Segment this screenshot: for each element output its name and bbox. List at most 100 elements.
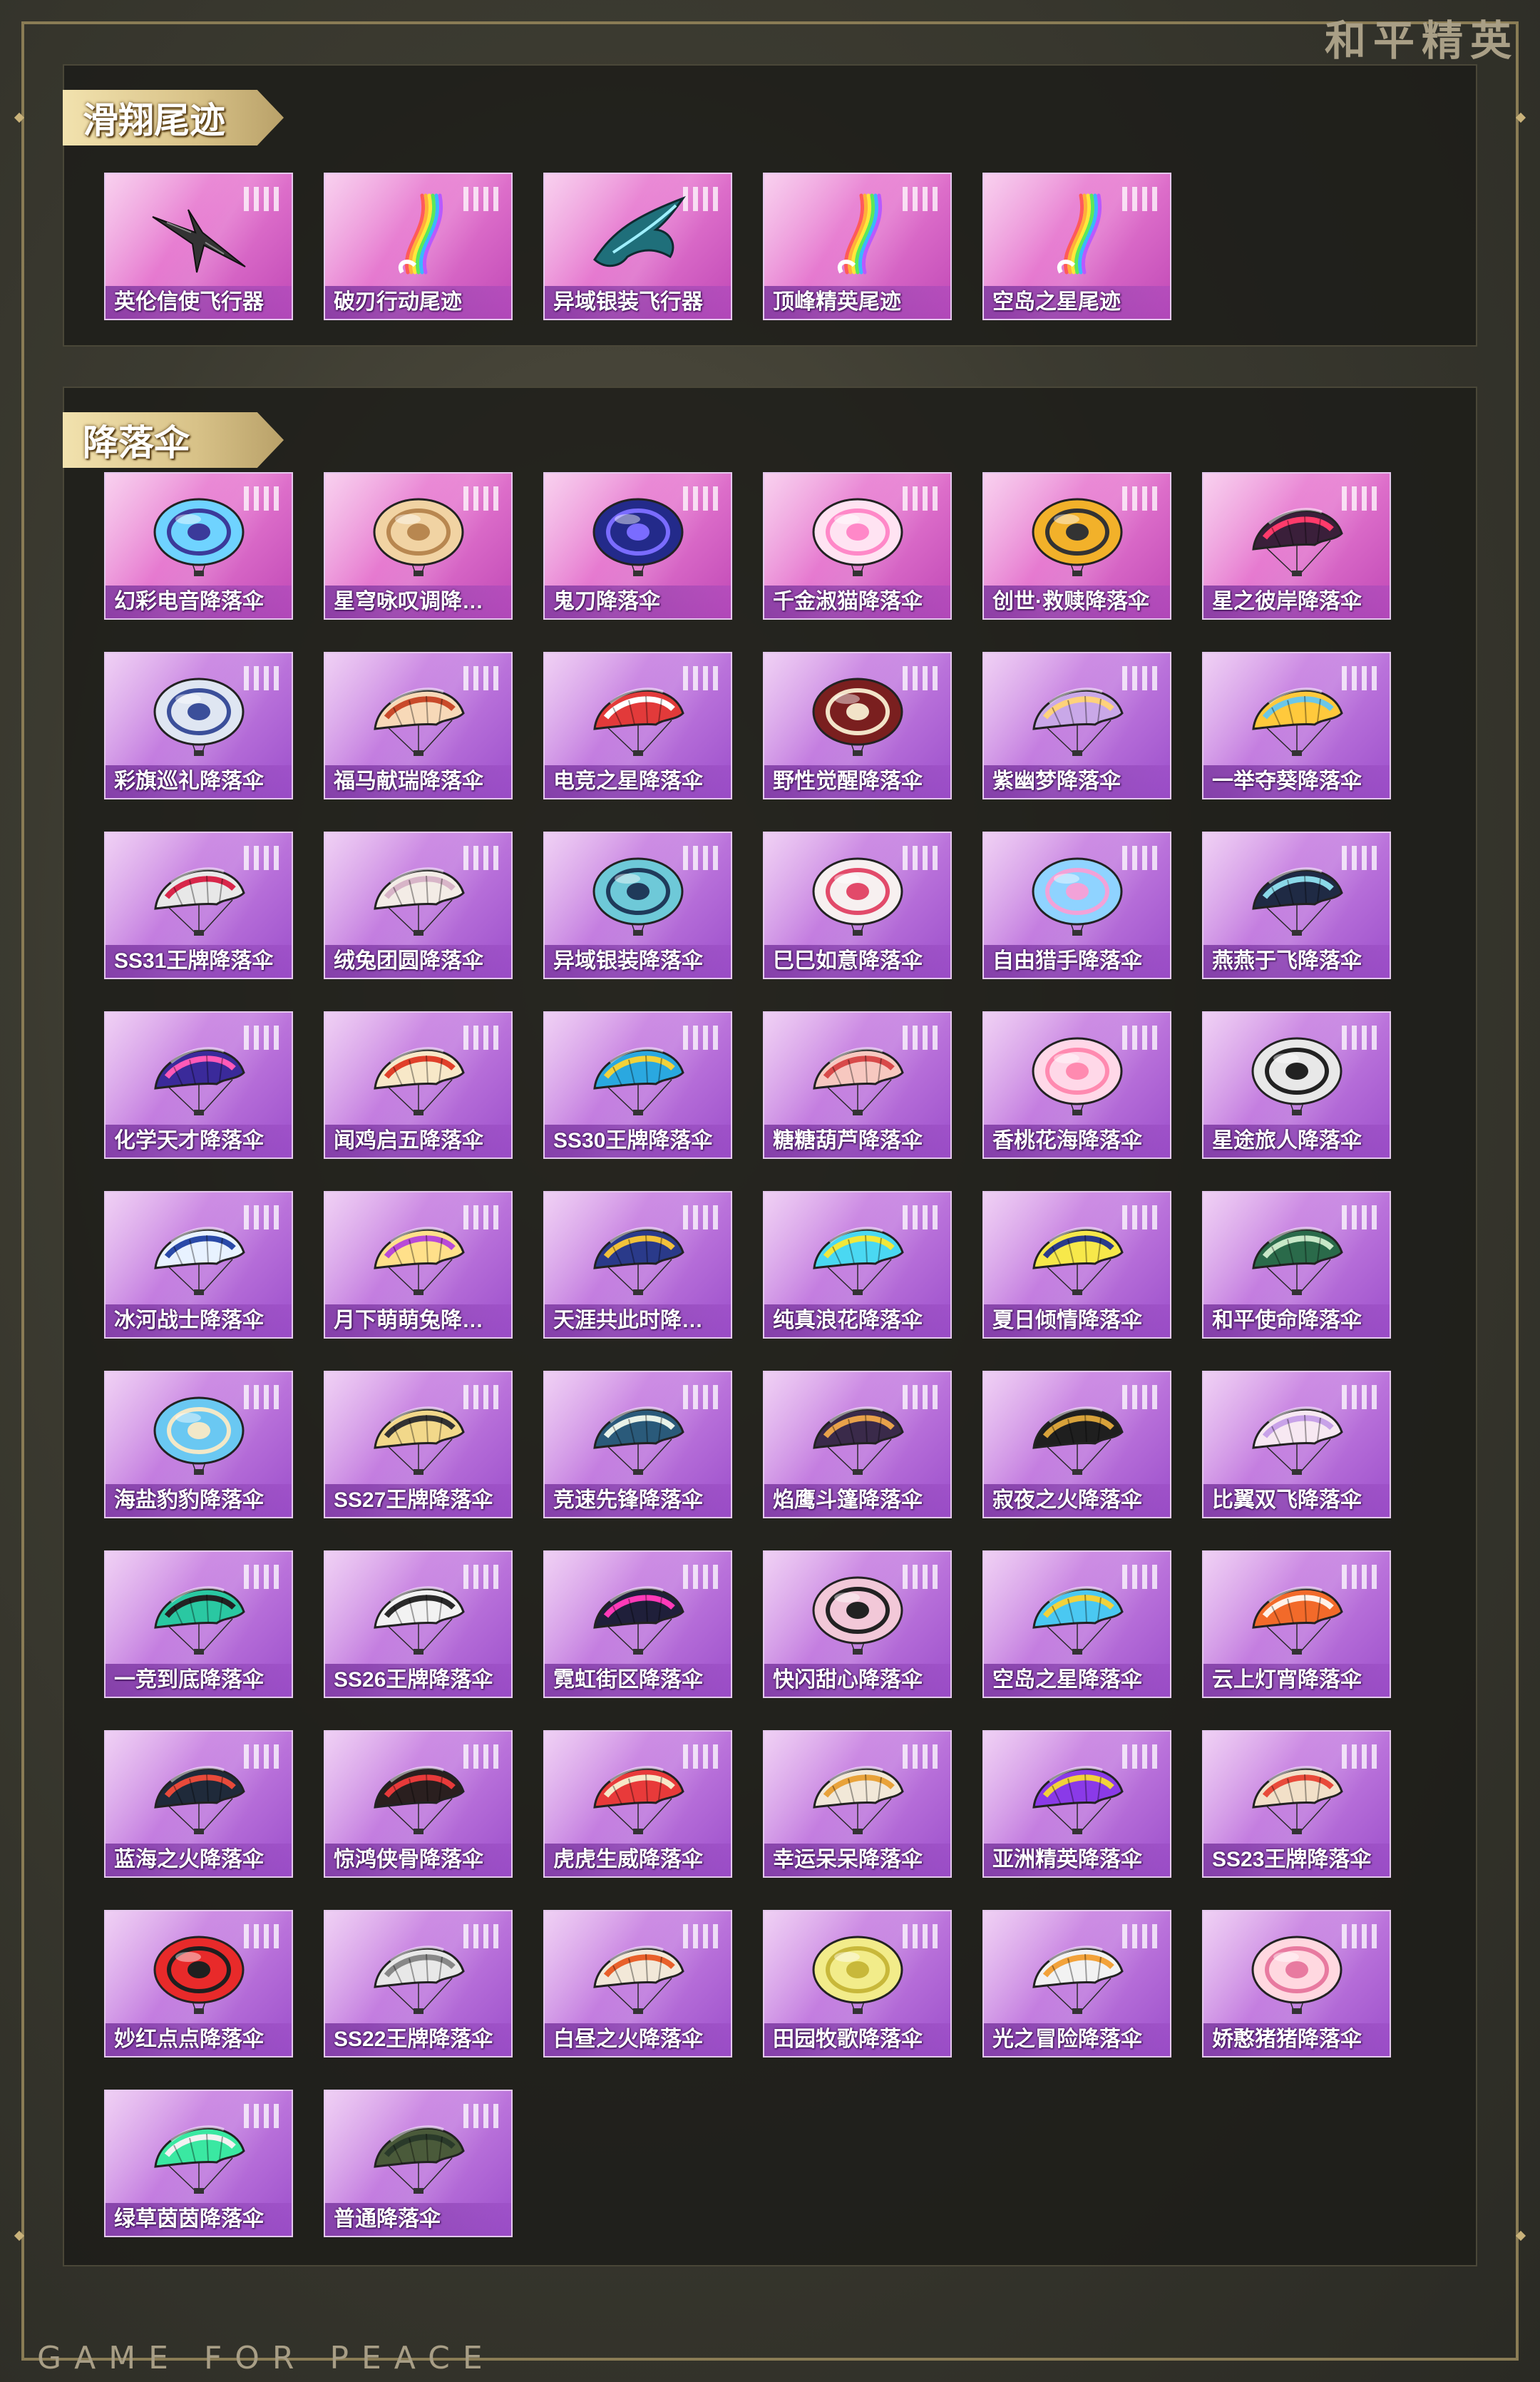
item-label: 霓虹街区降落伞 bbox=[545, 1664, 731, 1697]
item-card[interactable]: 亚洲精英降落伞 bbox=[982, 1730, 1171, 1878]
item-label: 妙红点点降落伞 bbox=[106, 2023, 292, 2056]
item-card[interactable]: 福马献瑞降落伞 bbox=[324, 652, 513, 799]
item-card[interactable]: 香桃花海降落伞 bbox=[982, 1011, 1171, 1159]
item-card[interactable]: 空岛之星尾迹 bbox=[982, 173, 1171, 320]
item-card[interactable]: SS22王牌降落伞 bbox=[324, 1910, 513, 2058]
item-card[interactable]: SS31王牌降落伞 bbox=[104, 832, 293, 979]
parachute-icon bbox=[812, 498, 903, 576]
item-card[interactable]: 纯真浪花降落伞 bbox=[763, 1191, 952, 1339]
item-card[interactable]: 和平使命降落伞 bbox=[1202, 1191, 1391, 1339]
item-card[interactable]: 创世·救赎降落伞 bbox=[982, 472, 1171, 620]
item-card[interactable]: 竞速先锋降落伞 bbox=[543, 1371, 732, 1518]
parachute-icon bbox=[592, 1047, 684, 1115]
item-card[interactable]: 自由猎手降落伞 bbox=[982, 832, 1171, 979]
item-label: SS22王牌降落伞 bbox=[325, 2023, 511, 2056]
section-title-trail: 滑翔尾迹 bbox=[83, 101, 225, 140]
item-card[interactable]: 英伦信使飞行器 bbox=[104, 173, 293, 320]
item-card[interactable]: 燕燕于飞降落伞 bbox=[1202, 832, 1391, 979]
item-card[interactable]: 星之彼岸降落伞 bbox=[1202, 472, 1391, 620]
item-label: 幸运呆呆降落伞 bbox=[764, 1844, 950, 1876]
item-card[interactable]: 异域银装飞行器 bbox=[543, 173, 732, 320]
parachute-icon bbox=[1251, 1936, 1342, 2014]
item-card[interactable]: 彩旗巡礼降落伞 bbox=[104, 652, 293, 799]
item-card[interactable]: 闻鸡启五降落伞 bbox=[324, 1011, 513, 1159]
item-card[interactable]: 冰河战士降落伞 bbox=[104, 1191, 293, 1339]
bird-glider-icon bbox=[151, 209, 246, 273]
item-card[interactable]: 蓝海之火降落伞 bbox=[104, 1730, 293, 1878]
parachute-icon bbox=[812, 1047, 904, 1115]
item-label: 巳巳如意降落伞 bbox=[764, 945, 950, 978]
parachute-icon bbox=[592, 1766, 684, 1834]
item-label: 异域银装飞行器 bbox=[545, 286, 731, 319]
parachute-icon bbox=[153, 1586, 245, 1655]
parachute-icon bbox=[592, 687, 684, 756]
item-label: 空岛之星尾迹 bbox=[984, 286, 1170, 319]
item-label: SS27王牌降落伞 bbox=[325, 1484, 511, 1517]
parachute-icon bbox=[812, 1766, 904, 1834]
item-card[interactable]: 焰鹰斗篷降落伞 bbox=[763, 1371, 952, 1518]
parachute-icon bbox=[373, 498, 463, 576]
item-card[interactable]: 星穹咏叹调降… bbox=[324, 472, 513, 620]
item-card[interactable]: 海盐豹豹降落伞 bbox=[104, 1371, 293, 1518]
item-card[interactable]: 鬼刀降落伞 bbox=[543, 472, 732, 620]
item-card[interactable]: SS30王牌降落伞 bbox=[543, 1011, 732, 1159]
item-card[interactable]: 田园牧歌降落伞 bbox=[763, 1910, 952, 2058]
item-card[interactable]: 寂夜之火降落伞 bbox=[982, 1371, 1171, 1518]
item-card[interactable]: 幸运呆呆降落伞 bbox=[763, 1730, 952, 1878]
item-card[interactable]: 破刃行动尾迹 bbox=[324, 173, 513, 320]
item-card[interactable]: SS23王牌降落伞 bbox=[1202, 1730, 1391, 1878]
item-card[interactable]: 幻彩电音降落伞 bbox=[104, 472, 293, 620]
parachute-icon bbox=[373, 1227, 465, 1295]
parachute-icon bbox=[153, 678, 244, 756]
item-card[interactable]: 光之冒险降落伞 bbox=[982, 1910, 1171, 2058]
item-card[interactable]: 绿草茵茵降落伞 bbox=[104, 2090, 293, 2237]
item-card[interactable]: 虎虎生威降落伞 bbox=[543, 1730, 732, 1878]
parachute-icon bbox=[153, 2125, 245, 2194]
item-card[interactable]: 霓虹街区降落伞 bbox=[543, 1550, 732, 1698]
item-card[interactable]: 星途旅人降落伞 bbox=[1202, 1011, 1391, 1159]
item-card[interactable]: 糖糖葫芦降落伞 bbox=[763, 1011, 952, 1159]
item-card[interactable]: 空岛之星降落伞 bbox=[982, 1550, 1171, 1698]
item-label: 月下萌萌兔降… bbox=[325, 1304, 511, 1337]
item-label: SS30王牌降落伞 bbox=[545, 1125, 731, 1157]
item-card[interactable]: 千金淑猫降落伞 bbox=[763, 472, 952, 620]
item-card[interactable]: 顶峰精英尾迹 bbox=[763, 173, 952, 320]
item-card[interactable]: 绒兔团圆降落伞 bbox=[324, 832, 513, 979]
item-card[interactable]: 夏日倾情降落伞 bbox=[982, 1191, 1171, 1339]
parachute-icon bbox=[153, 1936, 244, 2014]
item-card[interactable]: SS27王牌降落伞 bbox=[324, 1371, 513, 1518]
item-card[interactable]: 普通降落伞 bbox=[324, 2090, 513, 2237]
item-card[interactable]: 一举夺葵降落伞 bbox=[1202, 652, 1391, 799]
parachute-icon bbox=[373, 1406, 465, 1475]
item-card[interactable]: 巳巳如意降落伞 bbox=[763, 832, 952, 979]
item-card[interactable]: 天涯共此时降… bbox=[543, 1191, 732, 1339]
item-card[interactable]: 白昼之火降落伞 bbox=[543, 1910, 732, 2058]
item-label: 空岛之星降落伞 bbox=[984, 1664, 1170, 1697]
section-title-parachute: 降落伞 bbox=[83, 423, 190, 463]
parachute-icon bbox=[1032, 1586, 1124, 1655]
item-card[interactable]: 快闪甜心降落伞 bbox=[763, 1550, 952, 1698]
item-card[interactable]: 异域银装降落伞 bbox=[543, 832, 732, 979]
parachute-icon bbox=[1032, 857, 1122, 936]
item-label: 寂夜之火降落伞 bbox=[984, 1484, 1170, 1517]
item-label: 纯真浪花降落伞 bbox=[764, 1304, 950, 1337]
parachute-icon bbox=[592, 1946, 684, 2014]
item-card[interactable]: 云上灯宵降落伞 bbox=[1202, 1550, 1391, 1698]
item-label: 顶峰精英尾迹 bbox=[764, 286, 950, 319]
parachute-icon bbox=[153, 1227, 245, 1295]
trail-grid: 英伦信使飞行器 破刃行动尾迹 异域银装飞行器 顶峰精英尾迹 空岛之星尾迹 bbox=[104, 173, 1391, 320]
item-card[interactable]: 紫幽梦降落伞 bbox=[982, 652, 1171, 799]
parachute-icon bbox=[1251, 1406, 1343, 1475]
item-card[interactable]: 惊鸿侠骨降落伞 bbox=[324, 1730, 513, 1878]
item-card[interactable]: 娇憨猪猪降落伞 bbox=[1202, 1910, 1391, 2058]
item-card[interactable]: 化学天才降落伞 bbox=[104, 1011, 293, 1159]
item-card[interactable]: 一竞到底降落伞 bbox=[104, 1550, 293, 1698]
item-card[interactable]: 野性觉醒降落伞 bbox=[763, 652, 952, 799]
item-card[interactable]: 比翼双飞降落伞 bbox=[1202, 1371, 1391, 1518]
item-card[interactable]: 妙红点点降落伞 bbox=[104, 1910, 293, 2058]
item-label: 香桃花海降落伞 bbox=[984, 1125, 1170, 1157]
item-card[interactable]: 电竞之星降落伞 bbox=[543, 652, 732, 799]
item-card[interactable]: 月下萌萌兔降… bbox=[324, 1191, 513, 1339]
item-label: 创世·救赎降落伞 bbox=[984, 586, 1170, 618]
item-card[interactable]: SS26王牌降落伞 bbox=[324, 1550, 513, 1698]
